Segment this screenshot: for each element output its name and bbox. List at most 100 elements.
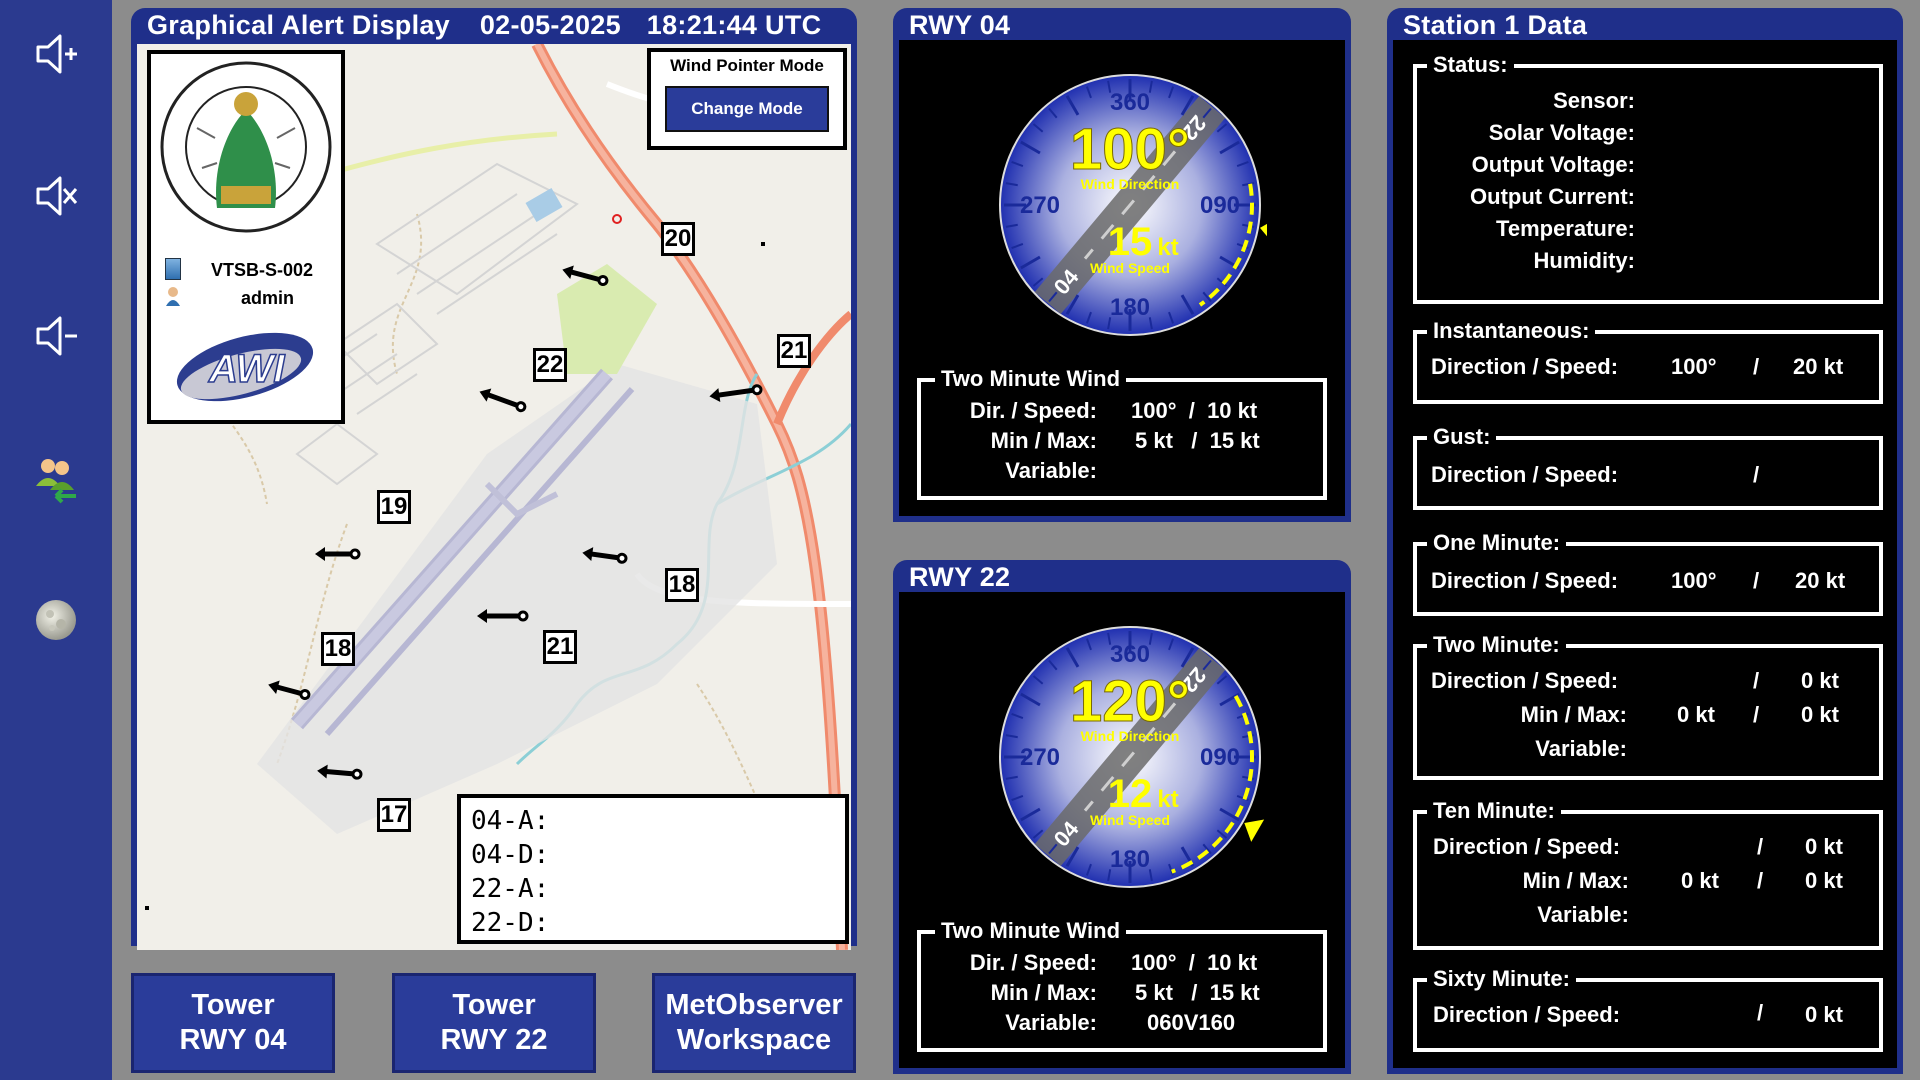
sixty-minute-label: Direction / Speed: [1433,1002,1621,1027]
awi-logo: AWI [171,322,319,412]
gust-sep: / [1753,462,1760,487]
time-display: 18:21:44 UTC [646,10,822,40]
station-marker[interactable]: 21 [543,630,577,664]
ten-minute-minmax-sep: / [1757,868,1764,893]
map-panel: Graphical Alert Display 02-05-2025 18:21… [131,8,857,950]
mode-box: Wind Pointer Mode Change Mode [647,48,847,150]
station-marker[interactable]: 17 [377,798,411,832]
two-minute-speed: 0 kt [1801,668,1839,693]
rwy04-two-minute-legend: Two Minute Wind [935,366,1127,392]
sixty-minute-speed: 0 kt [1805,1002,1843,1027]
rwy22-label-n: 360 [1110,641,1150,668]
rwy04-dir-speed-label: Dir. / Speed: [969,398,1097,423]
mode-label: Wind Pointer Mode [670,56,824,75]
two-minute-max: 0 kt [1801,702,1839,727]
rwy04-label-s: 180 [1110,294,1150,321]
users-logout-icon[interactable] [30,452,82,504]
two-minute-min: 0 kt [1677,702,1715,727]
two-minute-variable-label: Variable: [1535,736,1627,761]
airport-map[interactable]: 20 22 21 19 18 21 18 17 VTSB-S-002 admin… [137,44,851,950]
two-minute-legend: Two Minute: [1427,632,1566,658]
rwy22-label-e: 090 [1200,744,1240,771]
tower-rwy22-line2: RWY 22 [440,1024,548,1056]
ten-minute-minmax-label: Min / Max: [1522,868,1629,893]
rwy22-speed-value: 12 [1108,772,1153,816]
rwy04-dir-speed-value: 100° / 10 kt [1131,398,1258,423]
one-minute-sep: / [1753,568,1760,593]
rwy04-two-minute-box: Two Minute Wind Dir. / Speed: 100° / 10 … [917,366,1327,500]
instantaneous-dir: 100° [1671,354,1717,379]
metobserver-line1: MetObserver [665,989,843,1021]
station-marker[interactable]: 21 [777,334,811,368]
change-mode-button[interactable]: Change Mode [665,86,829,132]
tower-rwy04-line2: RWY 04 [179,1024,287,1056]
alert-22-d: 22-D: [471,908,550,938]
sensor-label: Sensor: [1553,88,1635,113]
station-marker[interactable]: 19 [377,490,411,524]
date-display: 02-05-2025 [479,10,621,40]
alert-22-a: 22-A: [471,874,550,904]
rwy22-wind-pointer [1244,819,1265,842]
rwy04-body: 360 180 270 090 22 04 100° Wind Direction 15 kt Wi… [899,40,1345,516]
user-icon [165,286,181,306]
page-title: Graphical Alert Display [147,10,451,40]
rwy22-panel: RWY 22 360 180 270 090 22 04 120° Wind Directio… [893,560,1351,1074]
two-minute-minmax-sep: / [1753,702,1760,727]
station-marker[interactable]: 22 [533,348,567,382]
rwy22-dir-speed-value: 100° / 10 kt [1131,950,1258,975]
station-marker[interactable]: 18 [321,632,355,666]
rwy22-label-s: 180 [1110,846,1150,873]
volume-down-icon[interactable] [30,310,82,362]
ten-minute-box: Ten Minute: Direction / Speed: / 0 kt Mi… [1413,798,1883,950]
instantaneous-sep: / [1753,354,1760,379]
user-name: admin [241,288,295,308]
rwy04-speed-label: Wind Speed [1090,260,1170,276]
rwy04-variable-label: Variable: [1005,458,1097,483]
rwy22-title: RWY 22 [909,562,1011,592]
alert-04-d: 04-D: [471,840,550,870]
station-title: Station 1 Data [1403,10,1588,40]
ten-minute-speed: 0 kt [1805,834,1843,859]
moon-icon[interactable] [30,594,82,646]
station-panel: Station 1 Data Status: Sensor: Solar Vol… [1387,8,1903,1074]
ten-minute-label: Direction / Speed: [1433,834,1621,859]
instantaneous-label: Direction / Speed: [1431,354,1619,379]
ten-minute-legend: Ten Minute: [1427,798,1561,824]
rwy22-body: 360 180 270 090 22 04 120° Wind Direction 12 kt Wi… [899,592,1345,1068]
tower-rwy22-button[interactable]: Tower RWY 22 [392,973,596,1073]
meteorological-department-logo [157,58,335,236]
rwy04-label-w: 270 [1020,192,1060,219]
rwy04-direction-value: 100° [1070,117,1190,182]
sidebar [0,0,112,1080]
rwy04-speed-unit: kt [1157,234,1178,261]
runway-alert-box: 04-A: 04-D: 22-A: 22-D: [457,794,849,944]
rwy22-speed-label: Wind Speed [1090,812,1170,828]
rwy22-speed-unit: kt [1157,786,1178,813]
one-minute-label: Direction / Speed: [1431,568,1619,593]
volume-mute-icon[interactable] [30,170,82,222]
rwy22-two-minute-legend: Two Minute Wind [935,918,1127,944]
sixty-minute-sep: / [1757,1000,1764,1025]
metobserver-workspace-button[interactable]: MetObserver Workspace [652,973,856,1073]
station-marker[interactable]: 18 [665,568,699,602]
ten-minute-min: 0 kt [1681,868,1719,893]
station-body: Status: Sensor: Solar Voltage: Output Vo… [1393,40,1897,1068]
station-id: VTSB-S-002 [211,260,314,280]
rwy04-minmax-label: Min / Max: [990,428,1097,453]
sixty-minute-legend: Sixty Minute: [1427,966,1576,992]
one-minute-dir: 100° [1671,568,1717,593]
gust-legend: Gust: [1427,424,1497,450]
tower-rwy04-button[interactable]: Tower RWY 04 [131,973,335,1073]
instantaneous-speed: 20 kt [1793,354,1844,379]
output-voltage-label: Output Voltage: [1471,152,1635,177]
rwy22-wind-dial: 360180270 0902204120°Wind Direction12 ktWi… [999,626,1265,888]
ten-minute-max: 0 kt [1805,868,1843,893]
status-box: Status: Sensor: Solar Voltage: Output Vo… [1413,52,1883,304]
station-marker[interactable]: 20 [661,222,695,256]
rwy22-dir-speed-label: Dir. / Speed: [969,950,1097,975]
rwy22-direction-value: 120° [1070,669,1190,734]
rwy22-label-w: 270 [1020,744,1060,771]
temperature-label: Temperature: [1496,216,1635,241]
volume-up-icon[interactable] [30,28,82,80]
panel-header: Graphical Alert Display 02-05-2025 18:21… [147,10,821,41]
